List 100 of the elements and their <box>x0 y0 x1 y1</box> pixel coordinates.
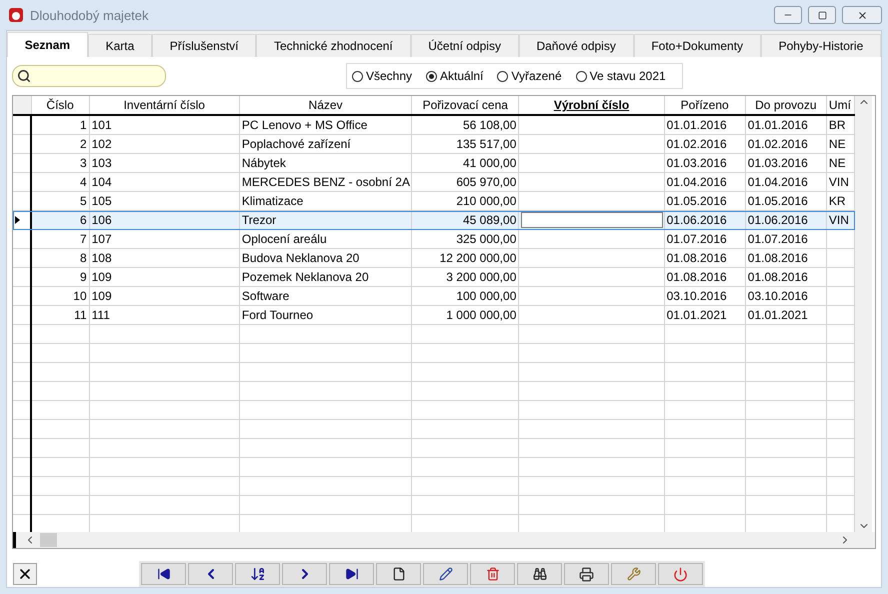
tab[interactable]: Technické zhodnocení <box>256 34 410 57</box>
table-cell: 5 <box>80 194 87 208</box>
table-cell: Nábytek <box>242 156 286 170</box>
table-cell: 03.10.2016 <box>748 289 808 303</box>
vertical-scrollbar[interactable] <box>855 96 872 532</box>
binoculars-button[interactable] <box>517 563 562 585</box>
table-cell: 01.06.2016 <box>748 213 808 227</box>
table-cell: 01.02.2016 <box>748 137 808 151</box>
table-cell: 01.05.2016 <box>748 194 808 208</box>
table-cell: Budova Neklanova 20 <box>242 251 360 265</box>
table-cell: 1 000 000,00 <box>446 308 516 322</box>
table-cell: KR <box>828 194 846 208</box>
print-button[interactable] <box>564 563 609 585</box>
scroll-thumb[interactable] <box>40 533 57 547</box>
radio-label: Ve stavu 2021 <box>590 69 666 83</box>
radio-button[interactable] <box>352 70 363 82</box>
horizontal-scrollbar[interactable] <box>13 532 875 548</box>
power-icon <box>673 566 688 582</box>
table-cell: 01.02.2016 <box>666 137 727 151</box>
tab[interactable]: Karta <box>88 34 152 57</box>
table-cell: Oplocení areálu <box>242 232 327 246</box>
tab[interactable]: Příslušenství <box>152 34 256 57</box>
table-cell: 101 <box>92 118 112 132</box>
table-cell: 01.03.2016 <box>666 156 727 170</box>
new-document-button[interactable] <box>376 563 421 585</box>
table-cell: 103 <box>92 156 112 170</box>
table-cell: 107 <box>92 232 112 246</box>
table-cell: 6 <box>80 213 87 227</box>
next-button[interactable] <box>282 563 327 585</box>
table-cell: 210 000,00 <box>456 194 516 208</box>
sort-icon <box>250 566 266 582</box>
table-cell: NE <box>828 137 846 151</box>
new-document-icon <box>392 567 406 581</box>
table-cell: 01.08.2016 <box>666 270 727 284</box>
table-cell: 12 200 000,00 <box>440 251 516 265</box>
cancel-button[interactable] <box>13 563 37 585</box>
tab[interactable]: Pohyby-Historie <box>760 34 882 57</box>
table-cell: 01.05.2016 <box>666 194 727 208</box>
table-cell: Pozemek Neklanova 20 <box>242 270 369 284</box>
edit-button[interactable] <box>423 563 468 585</box>
cancel-icon <box>17 566 33 582</box>
search-field[interactable] <box>12 65 166 87</box>
table-cell: BR <box>828 118 846 132</box>
last-record-icon <box>344 567 358 581</box>
table-cell: 4 <box>80 175 87 189</box>
table-cell: 108 <box>92 251 112 265</box>
table-cell: 01.07.2016 <box>748 232 808 246</box>
power-button[interactable] <box>658 563 703 585</box>
window-title: Dlouhodobý majetek <box>30 8 150 22</box>
table-cell: 01.04.2016 <box>748 175 808 189</box>
table-cell: 100 000,00 <box>456 289 516 303</box>
table-cell: 135 517,00 <box>456 137 516 151</box>
table-cell: 01.08.2016 <box>748 270 808 284</box>
app-icon <box>8 7 24 23</box>
table-cell: 41 000,00 <box>462 156 516 170</box>
radio-label: Aktuální <box>440 69 484 83</box>
table-cell: 01.08.2016 <box>748 251 808 265</box>
table-cell: 01.08.2016 <box>666 251 727 265</box>
table-cell: 01.01.2021 <box>666 308 727 322</box>
maximize-button[interactable] <box>808 6 836 24</box>
table-cell: 11 <box>74 308 87 322</box>
radio-label: Vyřazené <box>511 69 562 83</box>
tab[interactable]: Účetní odpisy <box>410 34 519 57</box>
delete-button[interactable] <box>470 563 515 585</box>
table-cell: 102 <box>92 137 112 151</box>
previous-button[interactable] <box>188 563 233 585</box>
table-cell: 01.01.2021 <box>748 308 808 322</box>
print-icon <box>579 566 594 582</box>
table-cell: 10 <box>73 289 87 303</box>
table-cell: 45 089,00 <box>462 213 516 227</box>
radio-button[interactable] <box>426 70 438 82</box>
table-cell: 109 <box>92 289 112 303</box>
wrench-icon <box>626 567 640 581</box>
tab[interactable]: Seznam <box>7 32 88 57</box>
table-cell: 01.03.2016 <box>748 156 808 170</box>
radio-button[interactable] <box>576 70 587 82</box>
table-cell: 2 <box>80 137 87 151</box>
tab[interactable]: Daňové odpisy <box>518 34 634 57</box>
serial-number-input[interactable] <box>521 212 664 228</box>
radio-button[interactable] <box>497 70 508 82</box>
sort-button[interactable] <box>235 563 280 585</box>
table-cell: 111 <box>92 308 110 322</box>
close-icon <box>856 10 868 20</box>
table-cell: 109 <box>92 270 112 284</box>
tab[interactable]: Foto+Dokumenty <box>634 34 761 57</box>
close-button[interactable] <box>842 6 882 24</box>
table-cell: 01.01.2016 <box>666 118 727 132</box>
table-cell: Ford Tourneo <box>242 308 314 322</box>
table-cell: Klimatizace <box>242 194 304 208</box>
table-cell: 7 <box>80 232 87 246</box>
table-cell: 104 <box>92 175 112 189</box>
first-record-button[interactable] <box>141 563 186 585</box>
table-cell: 56 108,00 <box>462 118 516 132</box>
table-cell: 9 <box>80 270 87 284</box>
table-cell: 105 <box>92 194 112 208</box>
table-cell: 605 970,00 <box>456 175 516 189</box>
table-cell: 03.10.2016 <box>666 289 727 303</box>
last-record-button[interactable] <box>329 563 374 585</box>
radio-label: Všechny <box>366 69 412 83</box>
first-record-icon <box>156 567 170 581</box>
